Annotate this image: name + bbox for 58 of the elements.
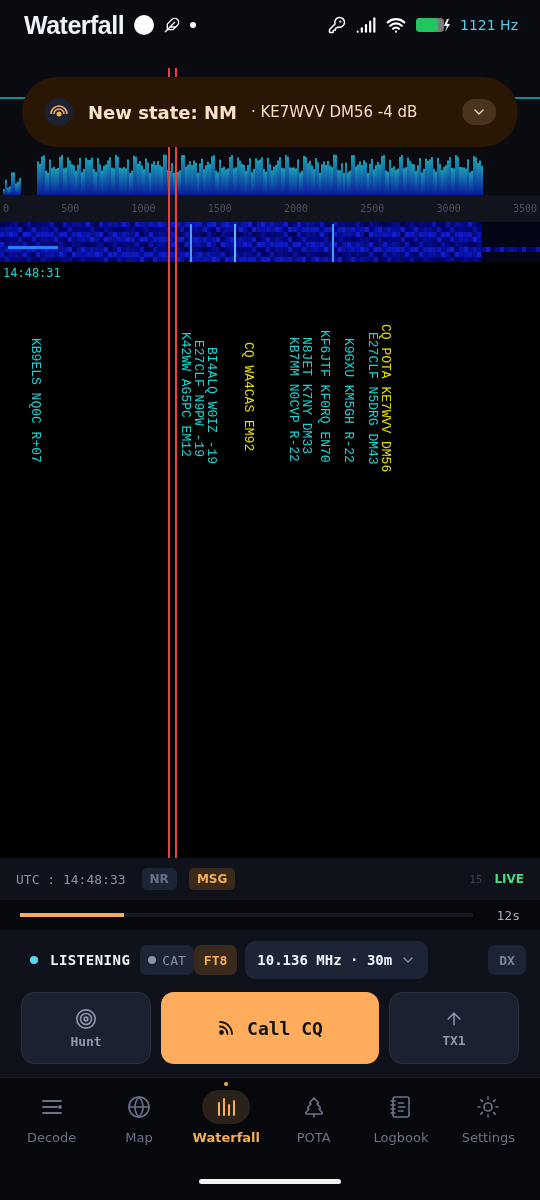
- radio-state: LISTENING: [50, 952, 131, 968]
- decoded-message[interactable]: K9GXU KM5GH R-22: [342, 338, 355, 463]
- signal-icon: [356, 15, 377, 35]
- live-label: LIVE: [494, 872, 524, 886]
- frequency-readout: 1121 Hz: [460, 17, 518, 33]
- nav-tab[interactable]: Waterfall: [186, 1082, 267, 1145]
- dot-icon: [190, 22, 197, 28]
- book-icon: [388, 1095, 413, 1119]
- decoded-message[interactable]: KB7MM N0CVP R-22: [287, 337, 300, 462]
- decoded-message[interactable]: N8JET K7NY DM33: [300, 337, 313, 455]
- decoded-message[interactable]: KF6JTF KF0RQ EN70: [318, 330, 331, 463]
- globe-icon: [127, 1095, 151, 1119]
- app-title: Waterfall: [24, 10, 125, 40]
- decoded-message[interactable]: KB9ELS NQ0C R+07: [29, 338, 42, 463]
- axis-label: 2500: [360, 203, 385, 214]
- wifi-icon: [386, 15, 407, 35]
- radio-waves-icon: [44, 97, 74, 127]
- axis-label: 500: [61, 203, 80, 214]
- utc-clock: UTC : 14:48:33: [16, 871, 126, 887]
- target-icon: [75, 1007, 98, 1030]
- call-cq-button[interactable]: Call CQ: [161, 992, 379, 1064]
- notification-title: New state: NM: [88, 101, 237, 123]
- seconds-remaining: 12s: [496, 907, 520, 923]
- nav-tab[interactable]: Logbook: [360, 1082, 441, 1145]
- decoded-message[interactable]: CQ POTA KE7WVV DM56: [379, 324, 392, 473]
- notification-banner[interactable]: New state: NM · KE7WVV DM56 -4 dB: [22, 77, 518, 147]
- decoded-message[interactable]: E27CLF N9PW -19: [192, 340, 205, 458]
- axis-label: 1500: [207, 203, 232, 214]
- nav-tab[interactable]: Decode: [11, 1082, 92, 1145]
- status-dot-icon: [30, 956, 38, 964]
- decoded-message[interactable]: CQ WA4CAS EM92: [242, 342, 255, 452]
- mode-chip[interactable]: FT8: [193, 945, 238, 975]
- battery-icon: [416, 17, 451, 33]
- notification-detail: · KE7WVV DM56 -4 dB: [250, 103, 418, 121]
- toggle-chip[interactable]: MSG: [188, 868, 236, 890]
- decode-time: 14:48:31: [2, 265, 62, 280]
- key-icon: [328, 16, 347, 34]
- nav-tab[interactable]: Map: [99, 1082, 179, 1145]
- nav-tab[interactable]: POTA: [273, 1082, 354, 1145]
- dx-button[interactable]: DX: [488, 945, 526, 975]
- axis-label: 1000: [131, 203, 156, 214]
- frequency-dropdown[interactable]: 10.136 MHz · 30m: [245, 941, 429, 979]
- cat-chip[interactable]: CAT: [140, 945, 194, 975]
- axis-label: 0: [3, 203, 10, 214]
- decoded-message[interactable]: BI4ALQ W0IZ -19: [205, 347, 218, 465]
- axis-label: 3000: [436, 203, 461, 214]
- decoded-message[interactable]: K42WW AG5PC EM12: [179, 332, 192, 457]
- circle-icon: [134, 15, 155, 35]
- signal-waves-icon: [217, 1019, 236, 1037]
- expand-button[interactable]: [462, 99, 496, 125]
- axis-label: 3500: [512, 203, 537, 214]
- tx-button[interactable]: TX1: [388, 992, 519, 1064]
- axis-label: 2000: [284, 203, 309, 214]
- decoded-message[interactable]: E27CLF N5DRG DM43: [366, 332, 379, 465]
- nav-tab[interactable]: Settings: [448, 1082, 529, 1145]
- feather-icon: [164, 17, 181, 33]
- hunt-button[interactable]: Hunt: [21, 992, 152, 1064]
- settings-icon: [476, 1095, 501, 1119]
